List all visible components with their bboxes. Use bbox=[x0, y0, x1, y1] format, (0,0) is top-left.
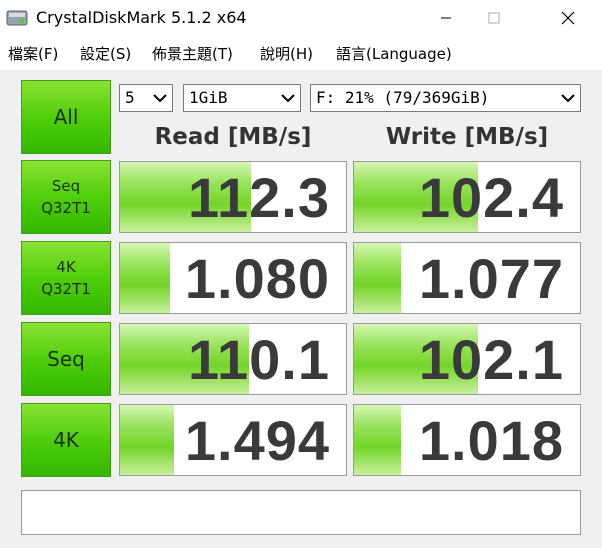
write-value: 1.018 bbox=[418, 409, 564, 472]
read-progress-bar bbox=[120, 405, 175, 475]
test-label-line1: Seq bbox=[51, 177, 81, 195]
maximize-icon bbox=[488, 12, 500, 24]
4k-button[interactable]: 4K bbox=[21, 403, 111, 477]
window-title: CrystalDiskMark 5.1.2 x64 bbox=[36, 8, 247, 27]
test-label-line1: Seq bbox=[47, 347, 85, 371]
test-label-line1: 4K bbox=[53, 428, 79, 452]
drive-select-value: F: 21% (79/369GiB) bbox=[316, 88, 490, 107]
seq-write-cell: 102.1 bbox=[353, 323, 581, 395]
close-icon bbox=[561, 11, 575, 25]
write-progress-bar bbox=[354, 243, 402, 313]
4k-q32t1-read-cell: 1.080 bbox=[119, 242, 347, 314]
maximize-button[interactable] bbox=[472, 0, 516, 36]
chevron-down-icon bbox=[153, 94, 167, 103]
count-select[interactable]: 5 bbox=[119, 84, 173, 112]
menu-settings[interactable]: 設定(S) bbox=[80, 43, 131, 64]
seq-q32t1-button[interactable]: Seq Q32T1 bbox=[21, 160, 111, 234]
read-value: 1.494 bbox=[184, 409, 330, 472]
read-value: 110.1 bbox=[187, 328, 330, 391]
title-bar: CrystalDiskMark 5.1.2 x64 bbox=[0, 0, 602, 36]
menu-bar: 檔案(F) 設定(S) 佈景主題(T) 說明(H) 語言(Language) bbox=[0, 36, 602, 71]
menu-help[interactable]: 說明(H) bbox=[260, 43, 313, 64]
write-value: 102.4 bbox=[418, 166, 564, 229]
all-button[interactable]: All bbox=[21, 80, 111, 154]
4k-write-cell: 1.018 bbox=[353, 404, 581, 476]
menu-theme[interactable]: 佈景主題(T) bbox=[152, 43, 233, 64]
comment-field[interactable] bbox=[21, 490, 581, 535]
test-label-line2: Q32T1 bbox=[41, 199, 91, 217]
menu-language[interactable]: 語言(Language) bbox=[336, 43, 452, 64]
seq-read-cell: 110.1 bbox=[119, 323, 347, 395]
size-select[interactable]: 1GiB bbox=[183, 84, 301, 112]
read-progress-bar bbox=[120, 243, 170, 313]
read-header: Read [MB/s] bbox=[154, 124, 312, 150]
4k-q32t1-button[interactable]: 4K Q32T1 bbox=[21, 241, 111, 315]
seq-button[interactable]: Seq bbox=[21, 322, 111, 396]
chevron-down-icon bbox=[281, 94, 295, 103]
write-progress-bar bbox=[354, 405, 402, 475]
app-icon bbox=[6, 10, 28, 26]
seq-q32t1-write-cell: 102.4 bbox=[353, 161, 581, 233]
4k-q32t1-write-cell: 1.077 bbox=[353, 242, 581, 314]
4k-read-cell: 1.494 bbox=[119, 404, 347, 476]
minimize-button[interactable] bbox=[424, 0, 468, 36]
all-button-label: All bbox=[53, 105, 79, 129]
test-label-line2: Q32T1 bbox=[41, 280, 91, 298]
test-label-line1: 4K bbox=[56, 258, 76, 276]
read-value: 112.3 bbox=[187, 166, 330, 229]
write-header: Write [MB/s] bbox=[385, 124, 549, 150]
size-select-value: 1GiB bbox=[189, 88, 228, 107]
write-value: 1.077 bbox=[418, 247, 564, 310]
drive-select[interactable]: F: 21% (79/369GiB) bbox=[310, 84, 581, 112]
chevron-down-icon bbox=[561, 94, 575, 103]
write-value: 102.1 bbox=[418, 328, 564, 391]
seq-q32t1-read-cell: 112.3 bbox=[119, 161, 347, 233]
read-value: 1.080 bbox=[184, 247, 330, 310]
minimize-icon bbox=[441, 17, 451, 19]
menu-file[interactable]: 檔案(F) bbox=[8, 43, 58, 64]
close-button[interactable] bbox=[546, 0, 590, 36]
count-select-value: 5 bbox=[125, 88, 135, 107]
